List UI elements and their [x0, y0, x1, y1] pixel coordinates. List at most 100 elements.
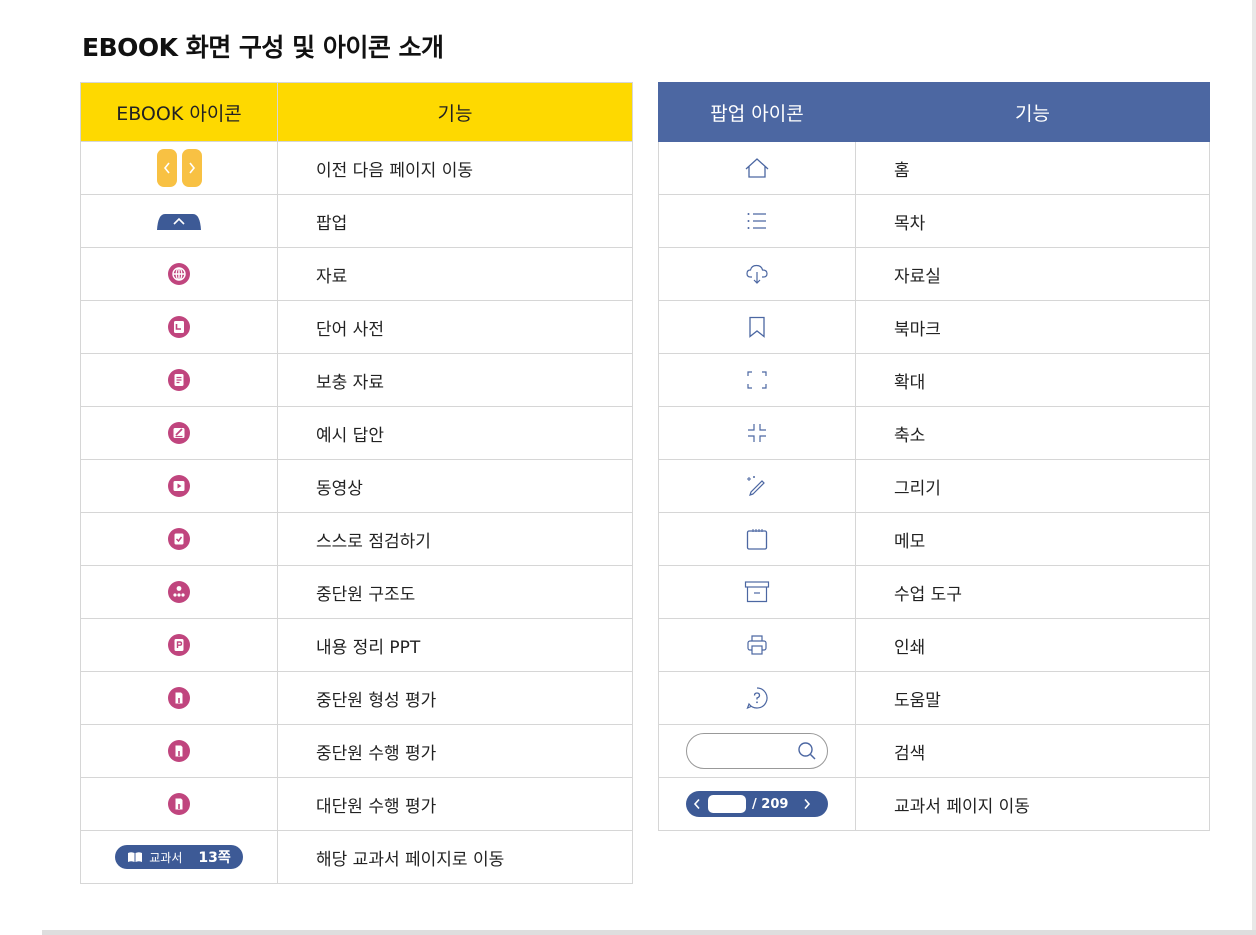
bookmark-icon[interactable]: [748, 316, 766, 338]
function-label: 단어 사전: [277, 300, 633, 354]
popup-icon-table: 팝업 아이콘 기능 홈 목차 자료실 북마크 확대 축소 그리기 메모 수업 도…: [658, 82, 1210, 831]
table-row: 검색: [658, 724, 1210, 778]
bottom-divider: [42, 930, 1256, 935]
table-row: 중단원 구조도: [80, 565, 633, 619]
function-label: 팝업: [277, 194, 633, 248]
video-icon[interactable]: [167, 474, 191, 498]
function-label: 스스로 점검하기: [277, 512, 633, 566]
structure-icon[interactable]: [167, 580, 191, 604]
assessment-icon[interactable]: [167, 686, 191, 710]
badge-label: 교과서: [149, 850, 183, 865]
search-icon[interactable]: [797, 741, 817, 761]
function-label: 동영상: [277, 459, 633, 513]
function-label: 내용 정리 PPT: [277, 618, 633, 672]
popup-icon-header: 팝업 아이콘: [658, 82, 856, 142]
sample-answer-icon[interactable]: [167, 421, 191, 445]
dictionary-icon[interactable]: [167, 315, 191, 339]
table-row: 팝업: [80, 194, 633, 248]
function-label: 중단원 형성 평가: [277, 671, 633, 725]
table-row: 단어 사전: [80, 300, 633, 354]
table-row: 목차: [658, 194, 1210, 248]
memo-icon[interactable]: [745, 527, 769, 551]
total-pages: / 209: [752, 796, 789, 812]
function-label: 수업 도구: [855, 565, 1210, 619]
right-divider: [1252, 0, 1256, 935]
expand-icon[interactable]: [746, 370, 768, 390]
ppt-icon[interactable]: [167, 633, 191, 657]
table-row: 스스로 점검하기: [80, 512, 633, 566]
function-label: 이전 다음 페이지 이동: [277, 141, 633, 195]
table-row: 내용 정리 PPT: [80, 618, 633, 672]
table-row: 동영상: [80, 459, 633, 513]
assessment-icon[interactable]: [167, 792, 191, 816]
table-row: 북마크: [658, 300, 1210, 354]
table-row: 자료: [80, 247, 633, 301]
table-row: 예시 답안: [80, 406, 633, 460]
shrink-icon[interactable]: [746, 422, 768, 444]
search-box[interactable]: [686, 733, 828, 769]
next-arrow-icon[interactable]: [181, 149, 202, 187]
table-row: 중단원 형성 평가: [80, 671, 633, 725]
function-label: 메모: [855, 512, 1210, 566]
page-number-input[interactable]: [708, 795, 746, 813]
function-label: 해당 교과서 페이지로 이동: [277, 830, 633, 884]
toolbox-icon[interactable]: [744, 580, 770, 604]
table-row: 자료실: [658, 247, 1210, 301]
function-label: 그리기: [855, 459, 1210, 513]
function-label: 교과서 페이지 이동: [855, 777, 1210, 831]
function-label: 확대: [855, 353, 1210, 407]
function-label: 홈: [855, 141, 1210, 195]
function-label: 보충 자료: [277, 353, 633, 407]
table-row: 이전 다음 페이지 이동: [80, 141, 633, 195]
printer-icon[interactable]: [746, 634, 768, 656]
function-label: 중단원 구조도: [277, 565, 633, 619]
function-label: 인쇄: [855, 618, 1210, 672]
table-row: / 209 교과서 페이지 이동: [658, 777, 1210, 831]
checklist-icon[interactable]: [167, 527, 191, 551]
ebook-icon-header: EBOOK 아이콘: [80, 82, 278, 142]
table-row: 도움말: [658, 671, 1210, 725]
table-row: 중단원 수행 평가: [80, 724, 633, 778]
popup-tab-icon[interactable]: [155, 211, 203, 231]
supplement-doc-icon[interactable]: [167, 368, 191, 392]
function-label: 검색: [855, 724, 1210, 778]
list-icon[interactable]: [746, 211, 768, 231]
function-label: 목차: [855, 194, 1210, 248]
table-row: 수업 도구: [658, 565, 1210, 619]
function-label: 자료: [277, 247, 633, 301]
function-header: 기능: [855, 82, 1210, 142]
page-nav-icon[interactable]: / 209: [686, 791, 828, 817]
function-label: 도움말: [855, 671, 1210, 725]
textbook-page-badge[interactable]: 교과서 13쪽: [115, 845, 243, 869]
table-row: 메모: [658, 512, 1210, 566]
home-icon[interactable]: [744, 157, 770, 179]
book-icon: [128, 852, 143, 862]
prev-arrow-icon[interactable]: [156, 149, 177, 187]
function-label: 자료실: [855, 247, 1210, 301]
globe-icon[interactable]: [167, 262, 191, 286]
prev-next-arrows-icon[interactable]: [156, 149, 202, 187]
chevron-left-icon[interactable]: [692, 798, 702, 810]
pencil-icon[interactable]: [745, 474, 769, 498]
help-icon[interactable]: [745, 686, 769, 710]
function-label: 북마크: [855, 300, 1210, 354]
function-header: 기능: [277, 82, 633, 142]
function-label: 축소: [855, 406, 1210, 460]
function-label: 대단원 수행 평가: [277, 777, 633, 831]
table-row: 교과서 13쪽 해당 교과서 페이지로 이동: [80, 830, 633, 884]
function-label: 중단원 수행 평가: [277, 724, 633, 778]
table-row: 홈: [658, 141, 1210, 195]
table-row: 축소: [658, 406, 1210, 460]
badge-page: 13쪽: [198, 850, 231, 866]
assessment-icon[interactable]: [167, 739, 191, 763]
table-row: 인쇄: [658, 618, 1210, 672]
page-title: EBOOK 화면 구성 및 아이콘 소개: [82, 33, 444, 62]
table-row: 확대: [658, 353, 1210, 407]
chevron-right-icon[interactable]: [802, 798, 812, 810]
ebook-icon-table: EBOOK 아이콘 기능 이전 다음 페이지 이동 팝업 자료 단어 사전 보충…: [80, 82, 633, 884]
function-label: 예시 답안: [277, 406, 633, 460]
cloud-download-icon[interactable]: [745, 263, 769, 285]
table-row: 보충 자료: [80, 353, 633, 407]
table-row: 대단원 수행 평가: [80, 777, 633, 831]
table-row: 그리기: [658, 459, 1210, 513]
